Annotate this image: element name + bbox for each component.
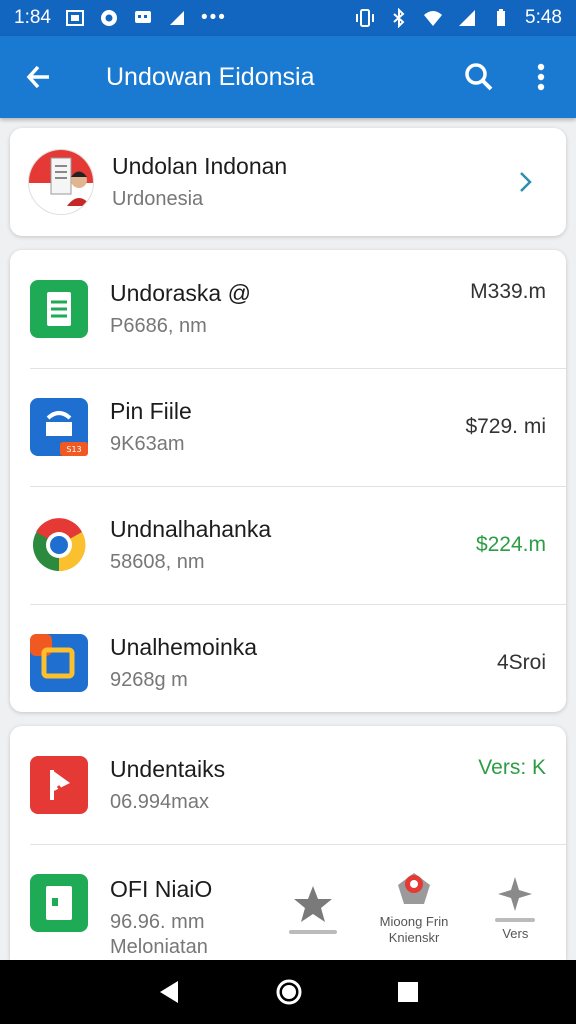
battery-text: 5:48 xyxy=(525,7,562,28)
item-value: Vers: K xyxy=(478,756,546,779)
flag-avatar-icon xyxy=(29,150,93,214)
avatar xyxy=(28,149,94,215)
search-icon xyxy=(465,63,493,91)
more-notifications-icon: ••• xyxy=(200,7,227,28)
profile-card[interactable]: Undolan Indonan Urdonesia xyxy=(10,128,566,236)
item-value: $729. mi xyxy=(465,415,546,438)
tab-badge-label: Mioong Frin Knienskr xyxy=(379,914,449,945)
nav-recents-icon[interactable] xyxy=(396,980,420,1004)
cell-signal-icon xyxy=(459,10,476,26)
gallery-notification-icon xyxy=(65,10,84,26)
vibrate-icon xyxy=(356,9,375,27)
lock-file-icon: S13 xyxy=(30,398,88,456)
profile-chevron[interactable] xyxy=(504,160,548,204)
gallery-icon xyxy=(30,874,88,932)
svg-text:S13: S13 xyxy=(66,445,81,454)
list-item[interactable]: S13 Pin Fiile 9K63am $729. mi xyxy=(10,368,566,486)
item-title: Undnalhahanka xyxy=(110,516,272,542)
star-icon xyxy=(293,886,332,922)
list-item[interactable]: Undnalhahanka 58608, nm $224.m xyxy=(10,486,566,604)
chrome-icon xyxy=(30,516,88,574)
circle-notification-icon xyxy=(100,10,117,26)
item-value: 4Sroi xyxy=(496,651,546,674)
item-title: Undentaiks xyxy=(110,756,226,782)
list-item[interactable]: Unalhemoinka 9268g m 4Sroi xyxy=(10,604,566,712)
list-item[interactable]: Undentaiks 06.994max Vers: K xyxy=(10,726,566,844)
tab-favorites[interactable] xyxy=(262,856,363,960)
document-icon xyxy=(30,280,88,338)
item-subtitle: 06.994max xyxy=(110,791,209,813)
badge-icon xyxy=(397,873,430,904)
more-vert-icon xyxy=(537,63,545,91)
status-time: 1:84 xyxy=(14,7,51,28)
folder-icon xyxy=(30,634,88,692)
item-subtitle: 9268g m xyxy=(110,669,188,691)
item-title: Pin Fiile xyxy=(110,398,192,424)
back-button[interactable] xyxy=(0,36,78,118)
system-nav-bar xyxy=(0,960,576,1024)
item-subtitle: P6686, nm xyxy=(110,315,207,337)
signal-notification-icon xyxy=(169,11,184,25)
page-title: Undowan Eidonsia xyxy=(106,62,315,91)
overflow-menu-button[interactable] xyxy=(510,36,572,118)
item-value: M339.m xyxy=(470,280,546,303)
tab-badge[interactable]: Mioong Frin Knienskr xyxy=(363,856,464,960)
list-item[interactable]: Undoraska @ P6686, nm M339.m xyxy=(10,250,566,368)
arrow-back-icon xyxy=(26,65,49,89)
status-bar: 1:84 ••• 5:48 xyxy=(0,0,576,36)
nav-home-icon[interactable] xyxy=(275,978,303,1006)
item-value: $224.m xyxy=(475,533,546,556)
tab-version-label: Vers xyxy=(502,926,529,941)
battery-icon xyxy=(497,9,506,26)
bottom-tabs: Mioong Frin Knienskr Vers xyxy=(262,856,566,960)
file-list-card: Undoraska @ P6686, nm M339.m S13 Pin Fii… xyxy=(10,250,566,712)
item-subtitle: 9K63am xyxy=(110,433,185,455)
profile-subtitle: Urdonesia xyxy=(112,188,204,210)
search-button[interactable] xyxy=(448,36,510,118)
chat-notification-icon xyxy=(134,11,151,23)
sparkle-icon xyxy=(498,877,533,911)
app-bar: Undowan Eidonsia xyxy=(0,36,576,118)
bluetooth-icon xyxy=(393,8,405,28)
item-title: Undoraska @ xyxy=(110,280,251,306)
play-flag-icon xyxy=(30,756,88,814)
item-subtitle: 58608, nm xyxy=(110,551,205,573)
tab-version[interactable]: Vers xyxy=(465,856,566,960)
item-title: Unalhemoinka xyxy=(110,634,258,660)
nav-back-icon[interactable] xyxy=(156,979,182,1005)
wifi-icon xyxy=(424,11,443,26)
profile-name: Undolan Indonan xyxy=(112,153,288,179)
chevron-right-icon xyxy=(520,172,532,192)
